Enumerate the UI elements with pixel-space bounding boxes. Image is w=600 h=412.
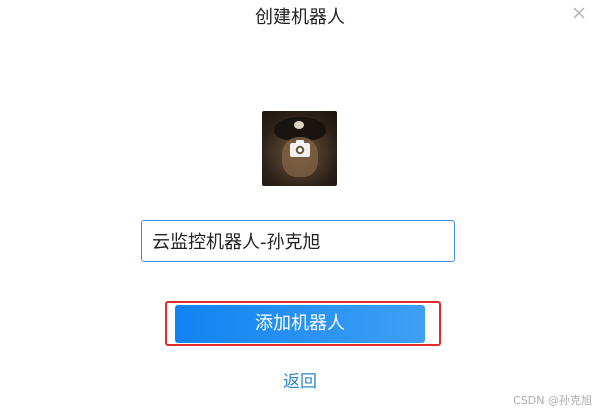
dialog-title: 创建机器人 — [255, 7, 345, 28]
back-link[interactable]: 返回 — [0, 370, 600, 394]
watermark: CSDN @孙克旭 — [513, 394, 592, 407]
close-icon[interactable] — [570, 4, 588, 22]
camera-icon — [288, 137, 312, 161]
create-robot-dialog: 创建机器人 添加机器人 返回 CSDN @孙克旭 — [0, 0, 600, 412]
avatar-image-skull — [294, 121, 304, 129]
add-robot-button[interactable]: 添加机器人 — [175, 305, 425, 343]
robot-name-input[interactable] — [141, 220, 455, 262]
robot-avatar-upload[interactable] — [262, 111, 337, 186]
